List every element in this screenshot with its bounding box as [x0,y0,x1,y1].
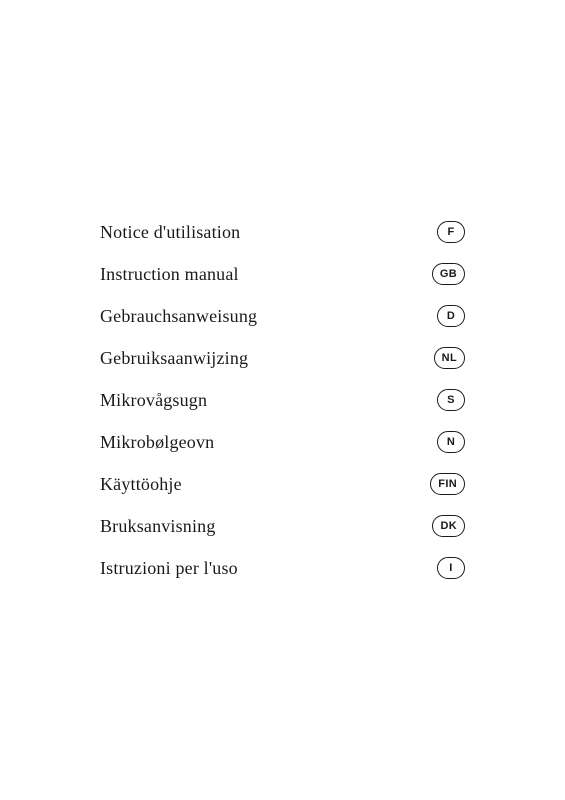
manual-item: Instruction manual GB [100,253,465,295]
lang-badge: S [437,389,465,411]
lang-badge: NL [434,347,465,369]
lang-badge: D [437,305,465,327]
manual-title: Istruzioni per l'uso [100,558,238,579]
manual-title: Bruksanvisning [100,516,216,537]
manual-item: Istruzioni per l'uso I [100,547,465,589]
lang-badge: N [437,431,465,453]
manual-title: Gebruiksaanwijzing [100,348,248,369]
manual-item: Gebrauchsanweisung D [100,295,465,337]
lang-badge: F [437,221,465,243]
manual-item: Käyttöohje FIN [100,463,465,505]
manual-item: Mikrovågsugn S [100,379,465,421]
manual-title: Mikrobølgeovn [100,432,214,453]
manual-title: Mikrovågsugn [100,390,207,411]
manual-item: Bruksanvisning DK [100,505,465,547]
lang-badge: FIN [430,473,465,495]
manual-title: Käyttöohje [100,474,182,495]
lang-badge: DK [432,515,465,537]
lang-badge: I [437,557,465,579]
manual-list: Notice d'utilisation F Instruction manual G… [100,211,465,589]
manual-title: Gebrauchsanweisung [100,306,257,327]
manual-item: Gebruiksaanwijzing NL [100,337,465,379]
page: Notice d'utilisation F Instruction manual G… [0,0,565,800]
manual-item: Notice d'utilisation F [100,211,465,253]
manual-title: Notice d'utilisation [100,222,240,243]
lang-badge: GB [432,263,465,285]
manual-item: Mikrobølgeovn N [100,421,465,463]
manual-title: Instruction manual [100,264,239,285]
